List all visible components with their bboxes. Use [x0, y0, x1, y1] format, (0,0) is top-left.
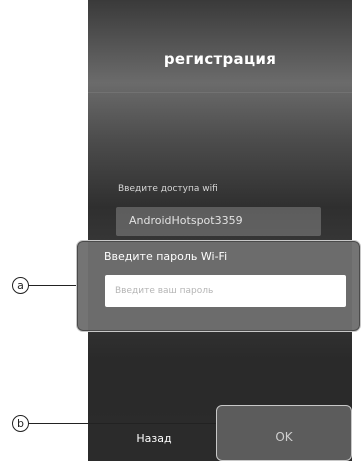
annotation-b-label: b: [17, 417, 24, 430]
password-input[interactable]: [105, 275, 346, 307]
ok-button[interactable]: OK: [216, 405, 352, 461]
password-dialog: Введите пароль Wi-Fi: [76, 240, 361, 332]
annotation-a-label: a: [17, 279, 24, 292]
phone-screen: регистрация Введите доступа wifi Android…: [88, 0, 352, 461]
annotation-marker-a: a: [12, 277, 29, 294]
annotation-marker-b: b: [12, 415, 29, 432]
page-title: регистрация: [163, 50, 277, 68]
callout-line-a: [29, 285, 76, 286]
title-divider: [88, 92, 352, 93]
callout-line-b: [29, 423, 216, 424]
ok-button-label: OK: [275, 430, 293, 444]
ssid-value: AndroidHotspot3359: [129, 214, 243, 227]
ssid-field[interactable]: AndroidHotspot3359: [116, 207, 321, 236]
password-dialog-title: Введите пароль Wi-Fi: [104, 250, 228, 263]
ssid-label: Введите доступа wifi: [118, 184, 218, 194]
